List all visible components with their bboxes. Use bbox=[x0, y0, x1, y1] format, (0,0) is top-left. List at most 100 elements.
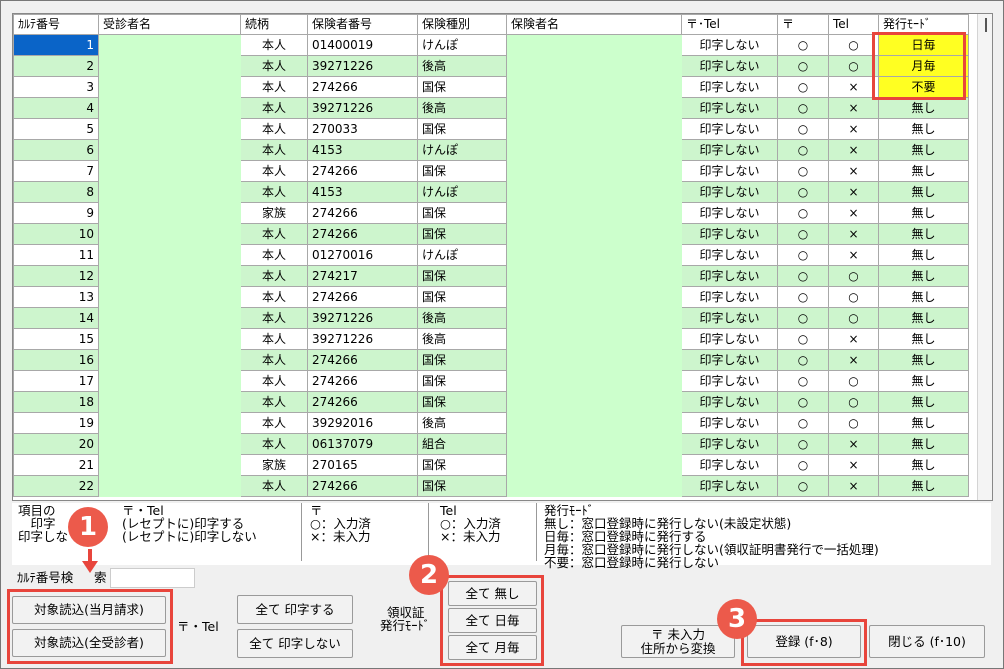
table-cell[interactable]: 印字しない bbox=[681, 412, 778, 434]
column-header[interactable]: 〒 bbox=[777, 14, 829, 35]
table-cell[interactable]: ○ bbox=[828, 34, 879, 56]
patient-name-cell[interactable] bbox=[98, 265, 241, 287]
table-cell[interactable]: 印字しない bbox=[681, 349, 778, 371]
table-row[interactable]: 2 本人 39271226 後高 印字しない ○ ○ 月毎 bbox=[13, 55, 969, 77]
table-cell[interactable]: 無し bbox=[878, 223, 969, 245]
table-cell[interactable]: ○ bbox=[777, 139, 829, 161]
insurer-name-cell[interactable] bbox=[506, 433, 682, 455]
insurer-name-cell[interactable] bbox=[506, 223, 682, 245]
table-cell[interactable]: 無し bbox=[878, 412, 969, 434]
table-cell[interactable]: 本人 bbox=[240, 244, 308, 266]
table-cell[interactable]: 本人 bbox=[240, 433, 308, 455]
table-cell[interactable]: 3 bbox=[13, 76, 99, 98]
patient-name-cell[interactable] bbox=[98, 223, 241, 245]
insurer-name-cell[interactable] bbox=[506, 202, 682, 224]
patient-name-cell[interactable] bbox=[98, 55, 241, 77]
table-cell[interactable]: × bbox=[828, 76, 879, 98]
table-cell[interactable]: ○ bbox=[777, 433, 829, 455]
table-cell[interactable]: 印字しない bbox=[681, 34, 778, 56]
table-cell[interactable]: 274266 bbox=[307, 391, 418, 413]
column-header[interactable]: Tel bbox=[828, 14, 879, 35]
table-cell[interactable]: × bbox=[828, 349, 879, 371]
table-row[interactable]: 8 本人 4153 けんぽ 印字しない ○ × 無し bbox=[13, 181, 969, 203]
table-cell[interactable]: 印字しない bbox=[681, 202, 778, 224]
insurer-name-cell[interactable] bbox=[506, 34, 682, 56]
insurer-name-cell[interactable] bbox=[506, 160, 682, 182]
insurer-name-cell[interactable] bbox=[506, 76, 682, 98]
table-cell[interactable]: 国保 bbox=[417, 370, 507, 392]
table-cell[interactable]: 国保 bbox=[417, 265, 507, 287]
table-cell[interactable]: 11 bbox=[13, 244, 99, 266]
table-row[interactable]: 14 本人 39271226 後高 印字しない ○ ○ 無し bbox=[13, 307, 969, 329]
table-row[interactable]: 16 本人 274266 国保 印字しない ○ × 無し bbox=[13, 349, 969, 371]
table-cell[interactable]: けんぽ bbox=[417, 244, 507, 266]
table-row[interactable]: 22 本人 274266 国保 印字しない ○ × 無し bbox=[13, 475, 969, 497]
insurer-name-cell[interactable] bbox=[506, 286, 682, 308]
table-cell[interactable]: 1 bbox=[13, 34, 99, 56]
table-cell[interactable]: 01400019 bbox=[307, 34, 418, 56]
table-cell[interactable]: 印字しない bbox=[681, 55, 778, 77]
table-cell[interactable]: 39271226 bbox=[307, 307, 418, 329]
table-cell[interactable]: 無し bbox=[878, 97, 969, 119]
karte-search-input[interactable] bbox=[110, 568, 195, 588]
table-row[interactable]: 10 本人 274266 国保 印字しない ○ × 無し bbox=[13, 223, 969, 245]
table-row[interactable]: 11 本人 01270016 けんぽ 印字しない ○ × 無し bbox=[13, 244, 969, 266]
table-cell[interactable]: 5 bbox=[13, 118, 99, 140]
table-row[interactable]: 3 本人 274266 国保 印字しない ○ × 不要 bbox=[13, 76, 969, 98]
table-cell[interactable]: × bbox=[828, 475, 879, 497]
table-cell[interactable]: 無し bbox=[878, 265, 969, 287]
table-cell[interactable]: 20 bbox=[13, 433, 99, 455]
table-cell[interactable]: 274266 bbox=[307, 223, 418, 245]
table-cell[interactable]: 無し bbox=[878, 475, 969, 497]
table-cell[interactable]: × bbox=[828, 97, 879, 119]
table-cell[interactable]: 家族 bbox=[240, 202, 308, 224]
column-header[interactable]: ｶﾙﾃ番号 bbox=[13, 14, 99, 35]
table-cell[interactable]: ○ bbox=[777, 349, 829, 371]
insurer-name-cell[interactable] bbox=[506, 475, 682, 497]
table-cell[interactable]: 本人 bbox=[240, 223, 308, 245]
table-row[interactable]: 19 本人 39292016 後高 印字しない ○ ○ 無し bbox=[13, 412, 969, 434]
table-cell[interactable]: 10 bbox=[13, 223, 99, 245]
table-row[interactable]: 12 本人 274217 国保 印字しない ○ ○ 無し bbox=[13, 265, 969, 287]
table-cell[interactable]: 本人 bbox=[240, 139, 308, 161]
table-cell[interactable]: 39271226 bbox=[307, 328, 418, 350]
table-cell[interactable]: 無し bbox=[878, 433, 969, 455]
table-cell[interactable]: 9 bbox=[13, 202, 99, 224]
table-cell[interactable]: 後高 bbox=[417, 328, 507, 350]
table-cell[interactable]: ○ bbox=[828, 307, 879, 329]
table-cell[interactable]: ○ bbox=[777, 391, 829, 413]
table-cell[interactable]: ○ bbox=[777, 286, 829, 308]
table-cell[interactable]: 印字しない bbox=[681, 76, 778, 98]
table-cell[interactable]: 本人 bbox=[240, 349, 308, 371]
print-all-button[interactable]: 全て 印字する bbox=[237, 595, 353, 624]
table-cell[interactable]: 本人 bbox=[240, 76, 308, 98]
insurer-name-cell[interactable] bbox=[506, 412, 682, 434]
table-cell[interactable]: 14 bbox=[13, 307, 99, 329]
table-row[interactable]: 18 本人 274266 国保 印字しない ○ ○ 無し bbox=[13, 391, 969, 413]
insurer-name-cell[interactable] bbox=[506, 349, 682, 371]
convert-address-button[interactable]: 〒 未入力 住所から変換 bbox=[621, 625, 735, 658]
insurer-name-cell[interactable] bbox=[506, 55, 682, 77]
table-cell[interactable]: 後高 bbox=[417, 97, 507, 119]
table-row[interactable]: 15 本人 39271226 後高 印字しない ○ × 無し bbox=[13, 328, 969, 350]
patient-name-cell[interactable] bbox=[98, 391, 241, 413]
table-cell[interactable]: ○ bbox=[828, 55, 879, 77]
insurer-name-cell[interactable] bbox=[506, 370, 682, 392]
patient-name-cell[interactable] bbox=[98, 328, 241, 350]
table-row[interactable]: 13 本人 274266 国保 印字しない ○ ○ 無し bbox=[13, 286, 969, 308]
patient-name-cell[interactable] bbox=[98, 118, 241, 140]
insurer-name-cell[interactable] bbox=[506, 118, 682, 140]
table-cell[interactable]: 無し bbox=[878, 202, 969, 224]
table-cell[interactable]: 39292016 bbox=[307, 412, 418, 434]
table-cell[interactable]: ○ bbox=[777, 412, 829, 434]
table-cell[interactable]: 本人 bbox=[240, 391, 308, 413]
patient-name-cell[interactable] bbox=[98, 202, 241, 224]
table-cell[interactable]: 組合 bbox=[417, 433, 507, 455]
table-row[interactable]: 5 本人 270033 国保 印字しない ○ × 無し bbox=[13, 118, 969, 140]
table-cell[interactable]: × bbox=[828, 223, 879, 245]
table-cell[interactable]: 15 bbox=[13, 328, 99, 350]
table-cell[interactable]: ○ bbox=[777, 370, 829, 392]
insurer-name-cell[interactable] bbox=[506, 454, 682, 476]
table-cell[interactable]: 13 bbox=[13, 286, 99, 308]
patient-name-cell[interactable] bbox=[98, 97, 241, 119]
